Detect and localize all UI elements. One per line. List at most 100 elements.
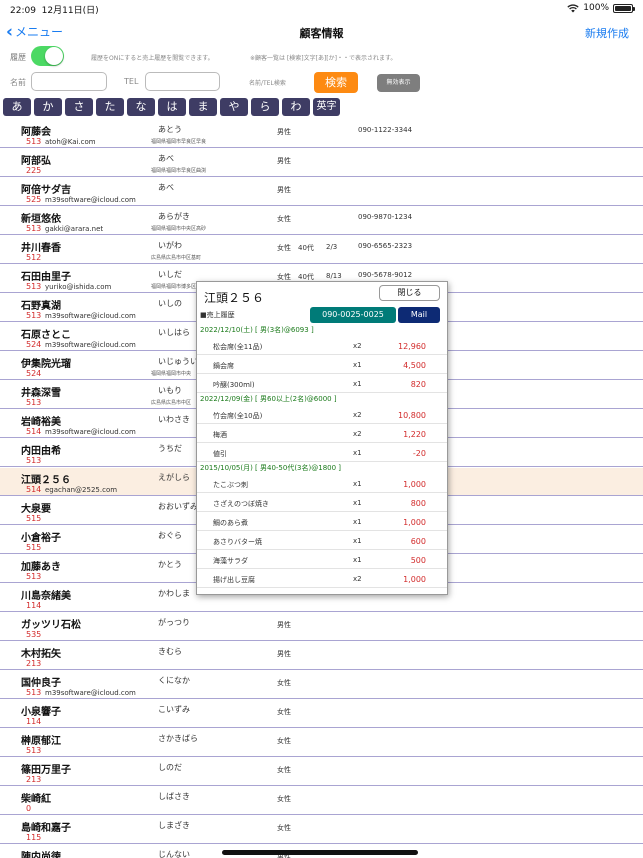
- customer-age: 40代: [298, 244, 314, 252]
- customer-row[interactable]: 阿藤会 513 atoh@Kai.com あとう 福岡県福岡市早良区早良 男性 090-11…: [0, 120, 643, 148]
- customer-kana: こいずみ: [158, 705, 190, 714]
- customer-gender: 女性: [277, 824, 291, 832]
- customer-row[interactable]: 小泉響子 114 こいずみ 女性: [0, 700, 643, 728]
- customer-kana: うちだ: [158, 444, 182, 453]
- tab-kana-ka[interactable]: か: [34, 98, 62, 116]
- name-input[interactable]: [31, 72, 107, 91]
- customer-code: 524: [26, 369, 42, 378]
- sales-item-price: 1,000: [403, 480, 426, 489]
- sales-item-price: 1,000: [403, 518, 426, 527]
- customer-kana: いわさき: [158, 415, 190, 424]
- close-button[interactable]: 閉じる: [379, 285, 440, 301]
- new-customer-button[interactable]: 新規作成: [585, 25, 629, 41]
- customer-email: egachan@2525.com: [45, 486, 118, 494]
- customer-name: 阿藤会: [21, 127, 51, 138]
- customer-kana: いしだ: [158, 270, 182, 279]
- customer-email: yuriko@ishida.com: [45, 283, 112, 291]
- customer-code: 515: [26, 514, 42, 523]
- sales-history-list[interactable]: 2022/12/10(土) [ 男(3名)@6093 ] 松会席(全11品) x2 1…: [197, 324, 447, 594]
- sales-item-row: 揚げ出し豆腐 x2 1,000: [197, 569, 447, 588]
- sales-item-row: 松会席(全11品) x2 12,960: [197, 336, 447, 355]
- sales-item-row: 茄子田楽 x1 500: [197, 588, 447, 594]
- sales-item-price: 800: [410, 499, 426, 508]
- tab-kana-ta[interactable]: た: [96, 98, 124, 116]
- tel-input[interactable]: [145, 72, 220, 91]
- tab-kana-na[interactable]: な: [127, 98, 155, 116]
- customer-row[interactable]: 島崎和嘉子 115 しまざき 女性: [0, 816, 643, 844]
- sales-item-price: 500: [410, 556, 426, 565]
- customer-code: 535: [26, 630, 42, 639]
- customer-kana: しまざき: [158, 821, 190, 830]
- tab-kana-a[interactable]: あ: [3, 98, 31, 116]
- customer-code: 512: [26, 253, 42, 262]
- customer-name: 新垣悠依: [21, 214, 61, 225]
- customer-email: m39software@icloud.com: [45, 689, 136, 697]
- customer-gender: 男性: [277, 186, 291, 194]
- sales-item-price: 12,960: [398, 342, 426, 351]
- customer-name: 小泉響子: [21, 707, 61, 718]
- tab-kana-ya[interactable]: や: [220, 98, 248, 116]
- customer-code: 513: [26, 456, 42, 465]
- customer-kana: いじゅうい: [158, 357, 198, 366]
- sales-item-qty: x1: [353, 480, 362, 488]
- customer-kana: がっつり: [158, 618, 190, 627]
- call-tel-button[interactable]: 090-0025-0025: [310, 307, 396, 323]
- sales-item-qty: x2: [353, 575, 362, 583]
- customer-kana: あべ: [158, 154, 174, 163]
- customer-code: 514: [26, 427, 42, 436]
- wifi-icon: [567, 3, 579, 12]
- customer-kana: いがわ: [158, 241, 182, 250]
- customer-name: 篠田万里子: [21, 765, 71, 776]
- page-title: 顧客情報: [299, 27, 344, 40]
- customer-gender: 女性: [277, 766, 291, 774]
- customer-addr: 福岡県福岡市博多区: [151, 284, 197, 290]
- customer-row[interactable]: 国仲良子 513 m39software@icloud.com くになか 女性: [0, 671, 643, 699]
- history-toggle[interactable]: [31, 46, 64, 66]
- customer-code: 225: [26, 166, 42, 175]
- customer-kana: いしの: [158, 299, 182, 308]
- battery-icon: [613, 3, 635, 13]
- customer-gender: 女性: [277, 795, 291, 803]
- sales-history-popup: 江頭２５６ 閉じる ■売上履歴 090-0025-0025 Mail 2022/…: [196, 281, 448, 595]
- customer-row[interactable]: 井川春香 512 いがわ 広島県広島市中区基町 女性 40代 2/3 090-6565-232…: [0, 236, 643, 264]
- customer-kana: あべ: [158, 183, 174, 192]
- tab-kana-ra[interactable]: ら: [251, 98, 279, 116]
- customer-name: 阿部弘: [21, 156, 51, 167]
- customer-name: 大泉要: [21, 504, 51, 515]
- tab-kana-wa[interactable]: わ: [282, 98, 310, 116]
- sales-item-price: 10,800: [398, 411, 426, 420]
- search-button[interactable]: 検索: [314, 72, 358, 93]
- sales-item-price: 1,000: [403, 575, 426, 584]
- sales-item-row: 梅酒 x2 1,220: [197, 424, 447, 443]
- customer-row[interactable]: 阿部弘 225 あべ 福岡県福岡市早良区曲渕 男性: [0, 149, 643, 177]
- tab-kana-ha[interactable]: は: [158, 98, 186, 116]
- customer-kana: しばさき: [158, 792, 190, 801]
- sales-item-row: あさりバター焼 x1 600: [197, 531, 447, 550]
- tel-label: TEL: [124, 77, 139, 86]
- customer-row[interactable]: 篠田万里子 213 しのだ 女性: [0, 758, 643, 786]
- customer-email: atoh@Kai.com: [45, 138, 96, 146]
- hide-inactive-button[interactable]: 無効表示: [377, 74, 420, 92]
- sales-item-name: 竹会席(全10品): [213, 412, 263, 420]
- customer-code: 513: [26, 224, 42, 233]
- customer-row[interactable]: 柴崎紅 0 しばさき 女性: [0, 787, 643, 815]
- customer-row[interactable]: 榊原郁江 513 さかきばら 女性: [0, 729, 643, 757]
- tab-kana-sa[interactable]: さ: [65, 98, 93, 116]
- customer-row[interactable]: 木村拓矢 213 きむら 男性: [0, 642, 643, 670]
- customer-addr: 福岡県福岡市中央: [151, 371, 192, 377]
- customer-gender: 女性: [277, 708, 291, 716]
- customer-row[interactable]: ガッツリ石松 535 がっつり 男性: [0, 613, 643, 641]
- sales-item-row: さざえのつぼ焼き x1 800: [197, 493, 447, 512]
- home-indicator: [222, 850, 418, 855]
- tab-kana-ma[interactable]: ま: [189, 98, 217, 116]
- tab-alphabet[interactable]: 英字: [313, 98, 340, 116]
- customer-phone: 090-6565-2323: [358, 242, 413, 250]
- mail-button[interactable]: Mail: [398, 307, 440, 323]
- battery-percent: 100%: [583, 3, 609, 13]
- customer-email: m39software@icloud.com: [45, 341, 136, 349]
- name-label: 名前: [10, 78, 26, 87]
- customer-phone: 090-1122-3344: [358, 126, 413, 134]
- sales-item-qty: x1: [353, 556, 362, 564]
- customer-row[interactable]: 新垣悠依 513 gakki@arara.net あらがき 福岡県福岡市中央区高砂 女性 0…: [0, 207, 643, 235]
- customer-row[interactable]: 阿倍サダ吉 525 m39software@icloud.com あべ 男性: [0, 178, 643, 206]
